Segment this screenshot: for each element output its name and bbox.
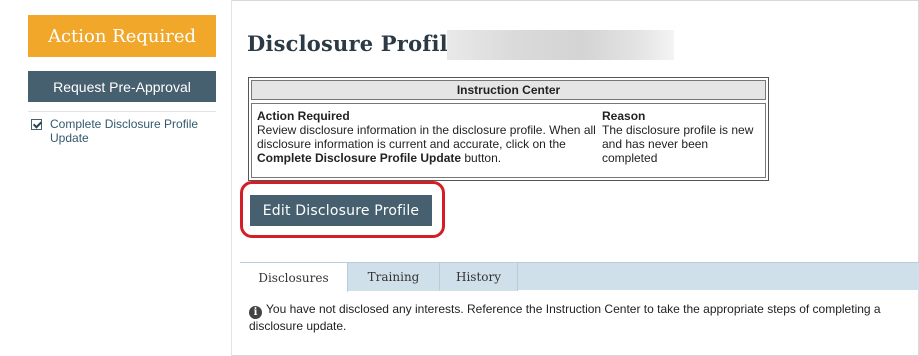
checkbox-checked-icon — [31, 119, 42, 130]
notice-text: You have not disclosed any interests. Re… — [249, 302, 881, 333]
reason-column: Reason The disclosure profile is new and… — [602, 109, 762, 165]
sidebar-item-complete-disclosure-update[interactable]: Complete Disclosure Profile Update — [31, 117, 219, 145]
sidebar-divider — [28, 111, 216, 112]
action-text-part-2: button. — [461, 151, 502, 165]
sidebar-item-label: Complete Disclosure Profile Update — [50, 117, 199, 145]
instruction-center-header: Instruction Center — [251, 80, 766, 100]
reason-text: The disclosure profile is new and has ne… — [602, 123, 754, 165]
redacted-name — [447, 30, 674, 60]
action-required-heading: Action Required — [257, 109, 350, 123]
tab-bar: Disclosures Training History — [240, 262, 919, 292]
reason-heading: Reason — [602, 109, 646, 123]
disclosure-notice: i You have not disclosed any interests. R… — [249, 302, 914, 334]
action-required-banner: Action Required — [28, 15, 216, 57]
instruction-center-body: Action Required Review disclosure inform… — [251, 103, 766, 178]
sidebar: Action Required Request Pre-Approval Com… — [0, 0, 232, 356]
edit-disclosure-profile-button[interactable]: Edit Disclosure Profile — [250, 195, 432, 226]
tab-history[interactable]: History — [440, 263, 518, 291]
instruction-center: Instruction Center Action Required Revie… — [248, 77, 769, 181]
action-text-bold: Complete Disclosure Profile Update — [257, 151, 462, 165]
request-preapproval-button[interactable]: Request Pre-Approval — [28, 71, 216, 102]
tab-training[interactable]: Training — [348, 263, 440, 291]
action-required-column: Action Required Review disclosure inform… — [257, 109, 602, 165]
action-text-part-1: Review disclosure information in the dis… — [257, 123, 596, 151]
tab-disclosures[interactable]: Disclosures — [240, 263, 348, 292]
info-icon: i — [249, 306, 262, 319]
